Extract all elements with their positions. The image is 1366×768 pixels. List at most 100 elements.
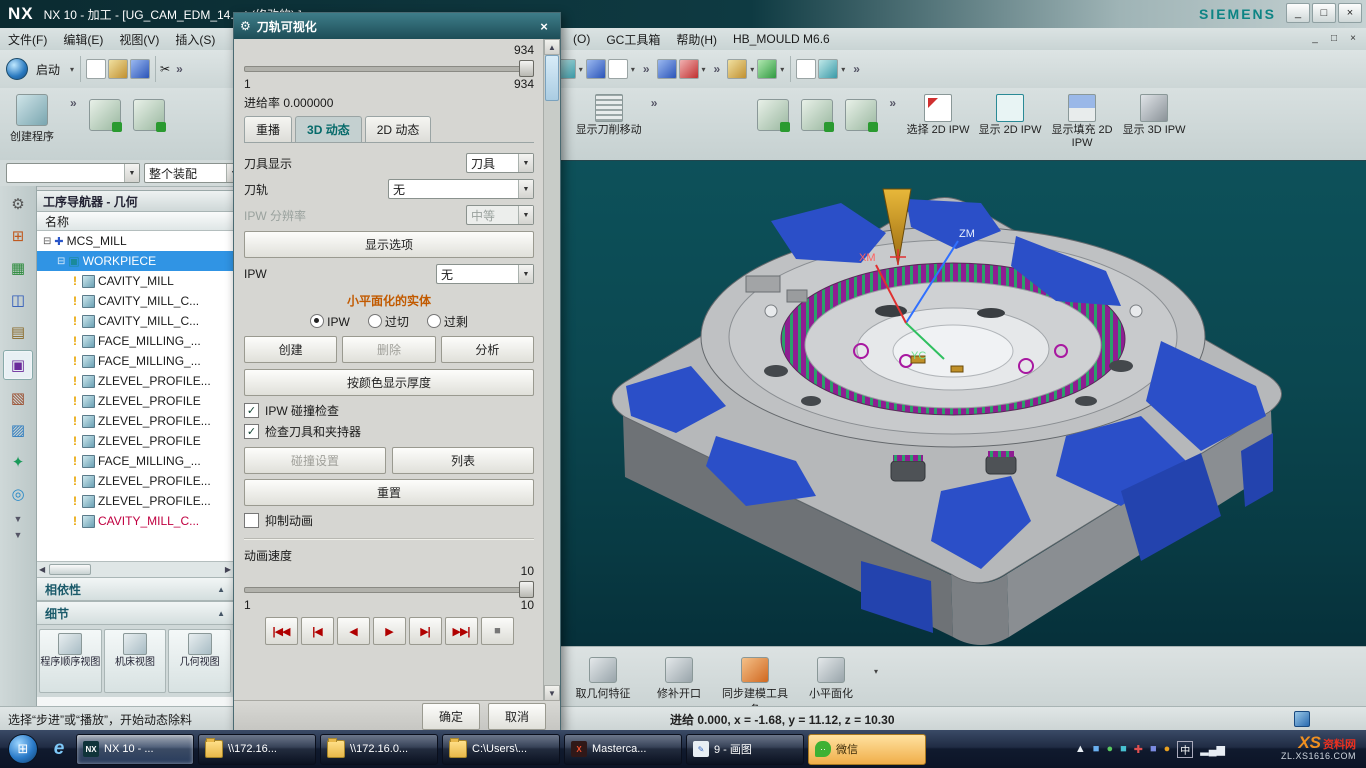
menu-tools[interactable]: (O): [565, 30, 598, 48]
section-dependencies[interactable]: 相依性 ▲: [37, 577, 233, 601]
dialog-scrollbar[interactable]: ▲ ▼: [543, 39, 560, 701]
cut-icon[interactable]: ✂: [160, 62, 170, 76]
assembly-navigator-icon[interactable]: ⊞: [4, 222, 32, 250]
measure-icon[interactable]: [796, 59, 816, 79]
maximize-icon[interactable]: □: [1312, 3, 1336, 23]
animation-speed-slider[interactable]: [244, 580, 534, 597]
create-program-button[interactable]: 创建程序: [0, 88, 64, 144]
verify-toolpath-button[interactable]: [127, 94, 171, 152]
tab-replay[interactable]: 重播: [244, 116, 292, 142]
check-tool-button[interactable]: [751, 94, 795, 152]
render-style-icon[interactable]: [727, 59, 747, 79]
scroll-left-icon[interactable]: ◀: [39, 565, 45, 574]
geometry-view-button[interactable]: 几何视图: [168, 629, 231, 693]
select-2d-ipw-button[interactable]: 选择 2D IPW: [902, 88, 974, 137]
play-button[interactable]: ▶: [373, 617, 406, 645]
radio-ipw[interactable]: IPW: [310, 314, 350, 329]
play-reverse-button[interactable]: ◀: [337, 617, 370, 645]
go-to-start-button[interactable]: |◀◀: [265, 617, 298, 645]
show-filled-2d-ipw-button[interactable]: 显示填充 2D IPW: [1046, 88, 1118, 150]
collapse-icon[interactable]: ⊟: [57, 256, 65, 267]
checkbox-checked-icon[interactable]: ✓: [244, 403, 259, 418]
orient-view-icon[interactable]: [586, 59, 606, 79]
check-gouge-button[interactable]: [839, 94, 883, 152]
start-button[interactable]: ⊞: [8, 734, 38, 764]
selection-filter-combo[interactable]: ▼: [6, 163, 140, 183]
overflow-icon[interactable]: »: [853, 62, 860, 76]
status-icon[interactable]: [1294, 711, 1310, 727]
child-minimize-icon[interactable]: _: [1306, 30, 1324, 46]
show-cut-moves-button[interactable]: 显示刀削移动: [573, 88, 645, 137]
display-mode-icon[interactable]: [608, 59, 628, 79]
hd3d-tools-icon[interactable]: ▨: [4, 416, 32, 444]
machining-wizard-icon[interactable]: ▧: [4, 384, 32, 412]
patch-opening-button[interactable]: 修补开口: [644, 647, 714, 701]
tab-3d-dynamic[interactable]: 3D 动态: [295, 116, 362, 142]
menu-view[interactable]: 视图(V): [111, 29, 167, 50]
task-users-folder[interactable]: C:\Users\...: [442, 734, 560, 765]
tree-item-operation[interactable]: !ZLEVEL_PROFILE: [37, 431, 233, 451]
child-restore-icon[interactable]: □: [1325, 30, 1343, 46]
horizontal-scrollbar[interactable]: ◀ ▶: [37, 561, 233, 577]
close-icon[interactable]: ×: [1338, 3, 1362, 23]
task-network-folder-1[interactable]: \\172.16...: [198, 734, 316, 765]
effects-icon[interactable]: [757, 59, 777, 79]
menu-help[interactable]: 帮助(H): [668, 29, 725, 50]
tray-icon[interactable]: ■: [1093, 743, 1100, 755]
step-back-button[interactable]: |◀: [301, 617, 334, 645]
overflow-icon[interactable]: »: [889, 96, 896, 110]
tree-item-operation[interactable]: !ZLEVEL_PROFILE: [37, 391, 233, 411]
strip-down-arrow-icon[interactable]: ▼: [0, 530, 36, 540]
display-options-button[interactable]: 显示选项: [244, 231, 534, 258]
tray-icon[interactable]: ■: [1150, 743, 1157, 755]
tree-item-operation[interactable]: !CAVITY_MILL_C...: [37, 291, 233, 311]
generate-toolpath-button[interactable]: [83, 94, 127, 152]
tree-item-operation[interactable]: !ZLEVEL_PROFILE...: [37, 471, 233, 491]
web-browser-icon[interactable]: ◎: [4, 480, 32, 508]
menu-gc-toolbox[interactable]: GC工具箱: [598, 29, 668, 50]
analyze-button[interactable]: 分析: [441, 336, 534, 363]
graphics-viewport[interactable]: ZM XM YC: [560, 160, 1366, 648]
constraint-navigator-icon[interactable]: ▦: [4, 254, 32, 282]
tree-item-operation[interactable]: !CAVITY_MILL: [37, 271, 233, 291]
ok-button[interactable]: 确定: [422, 703, 480, 730]
create-button[interactable]: 创建: [244, 336, 337, 363]
network-icon[interactable]: ▂▄▆: [1200, 743, 1225, 756]
scroll-right-icon[interactable]: ▶: [225, 565, 231, 574]
overflow-icon[interactable]: »: [176, 62, 183, 76]
scroll-up-icon[interactable]: ▲: [544, 39, 560, 55]
task-network-folder-2[interactable]: \\172.16.0...: [320, 734, 438, 765]
tree-item-workpiece[interactable]: ⊟ ▣ WORKPIECE: [37, 251, 233, 271]
tree-item-operation[interactable]: !ZLEVEL_PROFILE...: [37, 371, 233, 391]
machine-tool-view-button[interactable]: 机床视图: [104, 629, 167, 693]
tray-icon[interactable]: ●: [1164, 743, 1171, 755]
overflow-icon[interactable]: »: [714, 62, 721, 76]
new-file-icon[interactable]: [86, 59, 106, 79]
collision-settings-button[interactable]: 碰撞设置: [244, 447, 386, 474]
section-details[interactable]: 细节 ▲: [37, 601, 233, 625]
tree-item-operation[interactable]: !FACE_MILLING_...: [37, 331, 233, 351]
menu-edit[interactable]: 编辑(E): [55, 29, 111, 50]
tree-item-operation[interactable]: !ZLEVEL_PROFILE...: [37, 491, 233, 511]
minimize-icon[interactable]: _: [1286, 3, 1310, 23]
go-to-end-button[interactable]: ▶▶|: [445, 617, 478, 645]
start-menu-button[interactable]: 启动: [28, 59, 68, 80]
child-close-icon[interactable]: ×: [1344, 30, 1362, 46]
tab-2d-dynamic[interactable]: 2D 动态: [365, 116, 432, 142]
show-hidden-icons-icon[interactable]: ▲: [1075, 743, 1086, 755]
toolpath-combo[interactable]: 无 ▼: [388, 179, 534, 199]
menu-hb-mould[interactable]: HB_MOULD M6.6: [725, 30, 838, 48]
chevron-down-icon[interactable]: ▾: [874, 667, 878, 676]
tree-item-operation[interactable]: !ZLEVEL_PROFILE...: [37, 411, 233, 431]
column-header-name[interactable]: 名称: [37, 212, 233, 231]
collapse-icon[interactable]: ⊟: [43, 236, 51, 247]
tree-item-operation[interactable]: !CAVITY_MILL_C...: [37, 511, 233, 531]
slider-thumb[interactable]: [519, 60, 534, 77]
program-order-view-button[interactable]: 程序顺序视图: [39, 629, 102, 693]
scroll-down-icon[interactable]: ▼: [544, 685, 560, 701]
checkbox-checked-icon[interactable]: ✓: [244, 424, 259, 439]
toolpath-position-slider[interactable]: [244, 59, 534, 76]
open-file-icon[interactable]: [108, 59, 128, 79]
reuse-library-icon[interactable]: ▤: [4, 318, 32, 346]
window-cascade-icon[interactable]: [657, 59, 677, 79]
